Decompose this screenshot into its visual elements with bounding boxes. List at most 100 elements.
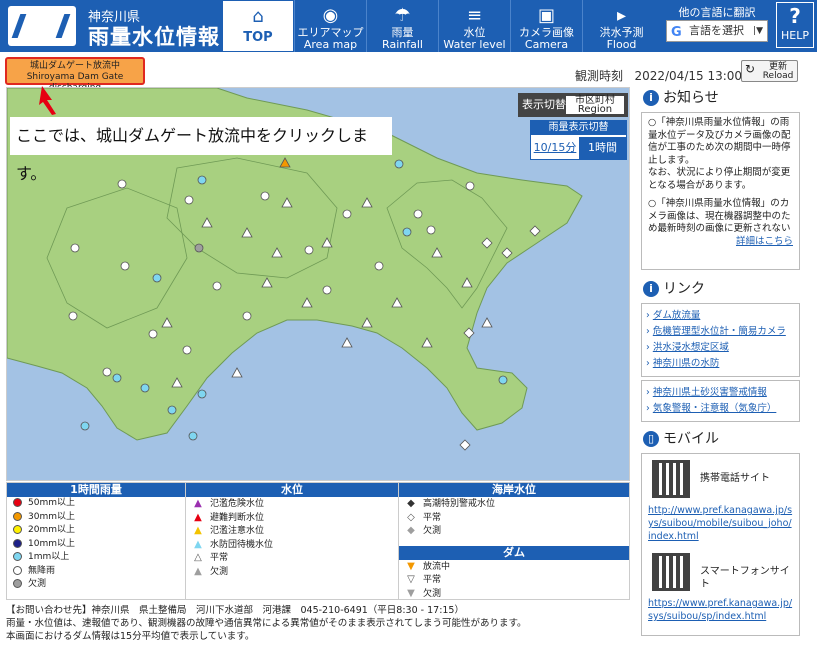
legend-item: 無降雨 — [7, 565, 185, 579]
region-toggle-button[interactable]: 市区町村 Region — [566, 96, 624, 115]
observation-time: 観測時刻 2022/04/15 13:00 — [575, 69, 743, 83]
site-header: 神奈川県 雨量水位情報 ⌂ TOP ◉ エリアマップ Area map ☂ 雨量… — [0, 0, 817, 63]
kanagawa-logo[interactable] — [8, 6, 76, 46]
info-icon: i — [643, 281, 659, 297]
map-legend: 1時間雨量 50mm以上 30mm以上 20mm以上 10mm以上 1mm以上 … — [6, 482, 630, 600]
legend-item: ◆ 高潮特別警戒水位 — [399, 497, 629, 511]
legend-item: ◇ 平常 — [399, 511, 629, 525]
smartphone-site-link[interactable]: https://www.pref.kanagawa.jp/sys/suibou/… — [648, 597, 793, 623]
site-title[interactable]: 雨量水位情報 — [88, 21, 220, 51]
diamond-icon: ◆ — [407, 498, 415, 509]
rain-10-15min-button[interactable]: 10/15分 — [533, 138, 577, 158]
link-flood-area[interactable]: 洪水浸水想定区域 — [646, 340, 795, 356]
translate-box: 他の言語に翻訳 G 言語を選択 |▼ — [661, 0, 773, 52]
display-switch: 表示切替 市区町村 Region — [518, 93, 628, 117]
legend-dot-icon — [13, 511, 22, 521]
nav-water-level[interactable]: ≡ 水位 Water level — [438, 0, 510, 52]
legend-rainfall: 1時間雨量 50mm以上 30mm以上 20mm以上 10mm以上 1mm以上 … — [7, 483, 185, 599]
nav-rainfall[interactable]: ☂ 雨量 Rainfall — [366, 0, 438, 52]
legend-dot-icon — [13, 525, 22, 534]
legend-item: ▼ 欠測 — [399, 587, 629, 601]
legend-item: ▽ 平常 — [399, 573, 629, 587]
link-kanagawa-flood-control[interactable]: 神奈川県の水防 — [646, 356, 795, 372]
link-weather-warnings[interactable]: 気象警報・注意報（気象庁） — [646, 401, 795, 417]
notice-more-link[interactable]: 詳細はこちら — [648, 236, 793, 249]
qr-code-icon — [652, 460, 690, 498]
dam-icon: ▽ — [407, 574, 415, 585]
instruction-callout: ここでは、城山ダムゲート放流中をクリックします。 — [10, 117, 392, 183]
nav-flood-forecast[interactable]: ▸ 洪水予測 Flood forecast — [582, 0, 660, 63]
legend-dot-icon — [13, 565, 22, 575]
legend-item: ▲ 欠測 — [186, 565, 398, 579]
triangle-icon: ▲ — [194, 565, 202, 577]
legend-dot-icon — [13, 579, 22, 588]
legend-coast-level: 海岸水位 ◆ 高潮特別警戒水位 ◇ 平常 ◆ 欠測 ダム ▼ 放流中 ▽ 平常 ▼ 欠測 — [398, 483, 629, 599]
chevron-down-icon: |▼ — [753, 26, 763, 36]
legend-item: 30mm以上 — [7, 511, 185, 525]
link-list: ダム放流量 危機管理型水位計・簡易カメラ 洪水浸水想定区域 神奈川県の水防 — [641, 303, 800, 377]
link-crisis-water-gauge[interactable]: 危機管理型水位計・簡易カメラ — [646, 324, 795, 340]
dam-discharge-button[interactable]: 城山ダムゲート放流中 Shiroyama Dam Gate dischargin… — [5, 57, 145, 93]
legend-item: ▲ 避難判断水位 — [186, 511, 398, 525]
camera-icon: ▣ — [537, 5, 555, 26]
triangle-icon: △ — [194, 552, 202, 563]
water-level-icon: ≡ — [466, 5, 483, 26]
qr-code-icon — [652, 553, 690, 591]
legend-item: ▲ 水防団待機水位 — [186, 538, 398, 552]
mobile-heading: ▯ モバイル — [641, 428, 800, 450]
smartphone-qr-row: スマートフォンサイト — [648, 551, 793, 595]
home-icon: ⌂ — [252, 6, 264, 27]
dam-icon: ▼ — [407, 587, 415, 599]
google-icon: G — [671, 25, 682, 40]
legend-dot-icon — [13, 552, 22, 561]
megaphone-icon: ▸ — [616, 5, 627, 26]
info-icon: i — [643, 90, 659, 106]
contact-footer: 【お問い合わせ先】神奈川県 県土整備局 河川下水道部 河港課 045-210-6… — [6, 605, 527, 642]
legend-dot-icon — [13, 538, 22, 548]
red-arrow-icon — [39, 86, 56, 115]
legend-item: ◆ 欠測 — [399, 524, 629, 538]
legend-dot-icon — [13, 498, 22, 507]
legend-item: ▲ 氾濫注意水位 — [186, 524, 398, 538]
triangle-icon: ▲ — [194, 538, 202, 550]
mobile-box: 携帯電話サイト http://www.pref.kanagawa.jp/sys/… — [641, 453, 800, 636]
legend-item: 10mm以上 — [7, 538, 185, 552]
link-landslide-info[interactable]: 神奈川県土砂災害警戒情報 — [646, 385, 795, 401]
diamond-icon: ◆ — [407, 525, 415, 536]
link-heading: i リンク — [641, 278, 800, 300]
diamond-icon: ◇ — [407, 511, 415, 523]
legend-item: ▼ 放流中 — [399, 560, 629, 574]
refresh-button[interactable]: ↻ 更新 Reload — [741, 60, 798, 82]
rain-1hour-button[interactable]: 1時間 — [579, 137, 626, 159]
translate-title: 他の言語に翻訳 — [678, 6, 756, 19]
nav-camera-image[interactable]: ▣ カメラ画像 Camera image — [510, 0, 582, 63]
legend-item: 1mm以上 — [7, 551, 185, 565]
nav-area-map[interactable]: ◉ エリアマップ Area map — [294, 0, 366, 52]
mobile-site-link[interactable]: http://www.pref.kanagawa.jp/sys/suibou/m… — [648, 504, 793, 543]
triangle-icon: ▲ — [194, 525, 202, 536]
question-icon: ? — [789, 4, 801, 28]
link-dam-discharge[interactable]: ダム放流量 — [646, 308, 795, 324]
umbrella-icon: ☂ — [394, 5, 411, 26]
legend-item: △ 平常 — [186, 551, 398, 565]
legend-water-level: 水位 ▲ 氾濫危険水位 ▲ 避難判断水位 ▲ 氾濫注意水位 ▲ 水防団待機水位 △ 平常 … — [185, 483, 398, 599]
legend-item: 50mm以上 — [7, 497, 185, 511]
sidebar: i お知らせ ○「神奈川県雨量水位情報」の雨量水位データ及びカメラ画像の配信が工事… — [641, 87, 800, 636]
notice-heading: i お知らせ — [641, 87, 800, 109]
refresh-icon: ↻ — [745, 62, 756, 76]
help-button[interactable]: ? HELP — [776, 2, 814, 48]
triangle-icon: ▲ — [194, 498, 202, 509]
rainfall-display-switch: 雨量表示切替 10/15分 1時間 — [530, 120, 627, 160]
dam-icon: ▼ — [407, 560, 415, 572]
notice-box: ○「神奈川県雨量水位情報」の雨量水位データ及びカメラ画像の配信が工事のため次の期… — [641, 112, 800, 270]
language-select[interactable]: G 言語を選択 |▼ — [666, 20, 768, 42]
legend-item: 20mm以上 — [7, 524, 185, 538]
triangle-icon: ▲ — [194, 511, 202, 523]
link-list-2: 神奈川県土砂災害警戒情報 気象警報・注意報（気象庁） — [641, 380, 800, 422]
legend-item: 欠測 — [7, 578, 185, 592]
phone-icon: ▯ — [643, 431, 659, 447]
mobile-qr-row: 携帯電話サイト — [648, 458, 793, 502]
map-pin-icon: ◉ — [322, 5, 339, 26]
nav-top[interactable]: ⌂ TOP — [222, 0, 294, 52]
legend-item: ▲ 氾濫危険水位 — [186, 497, 398, 511]
